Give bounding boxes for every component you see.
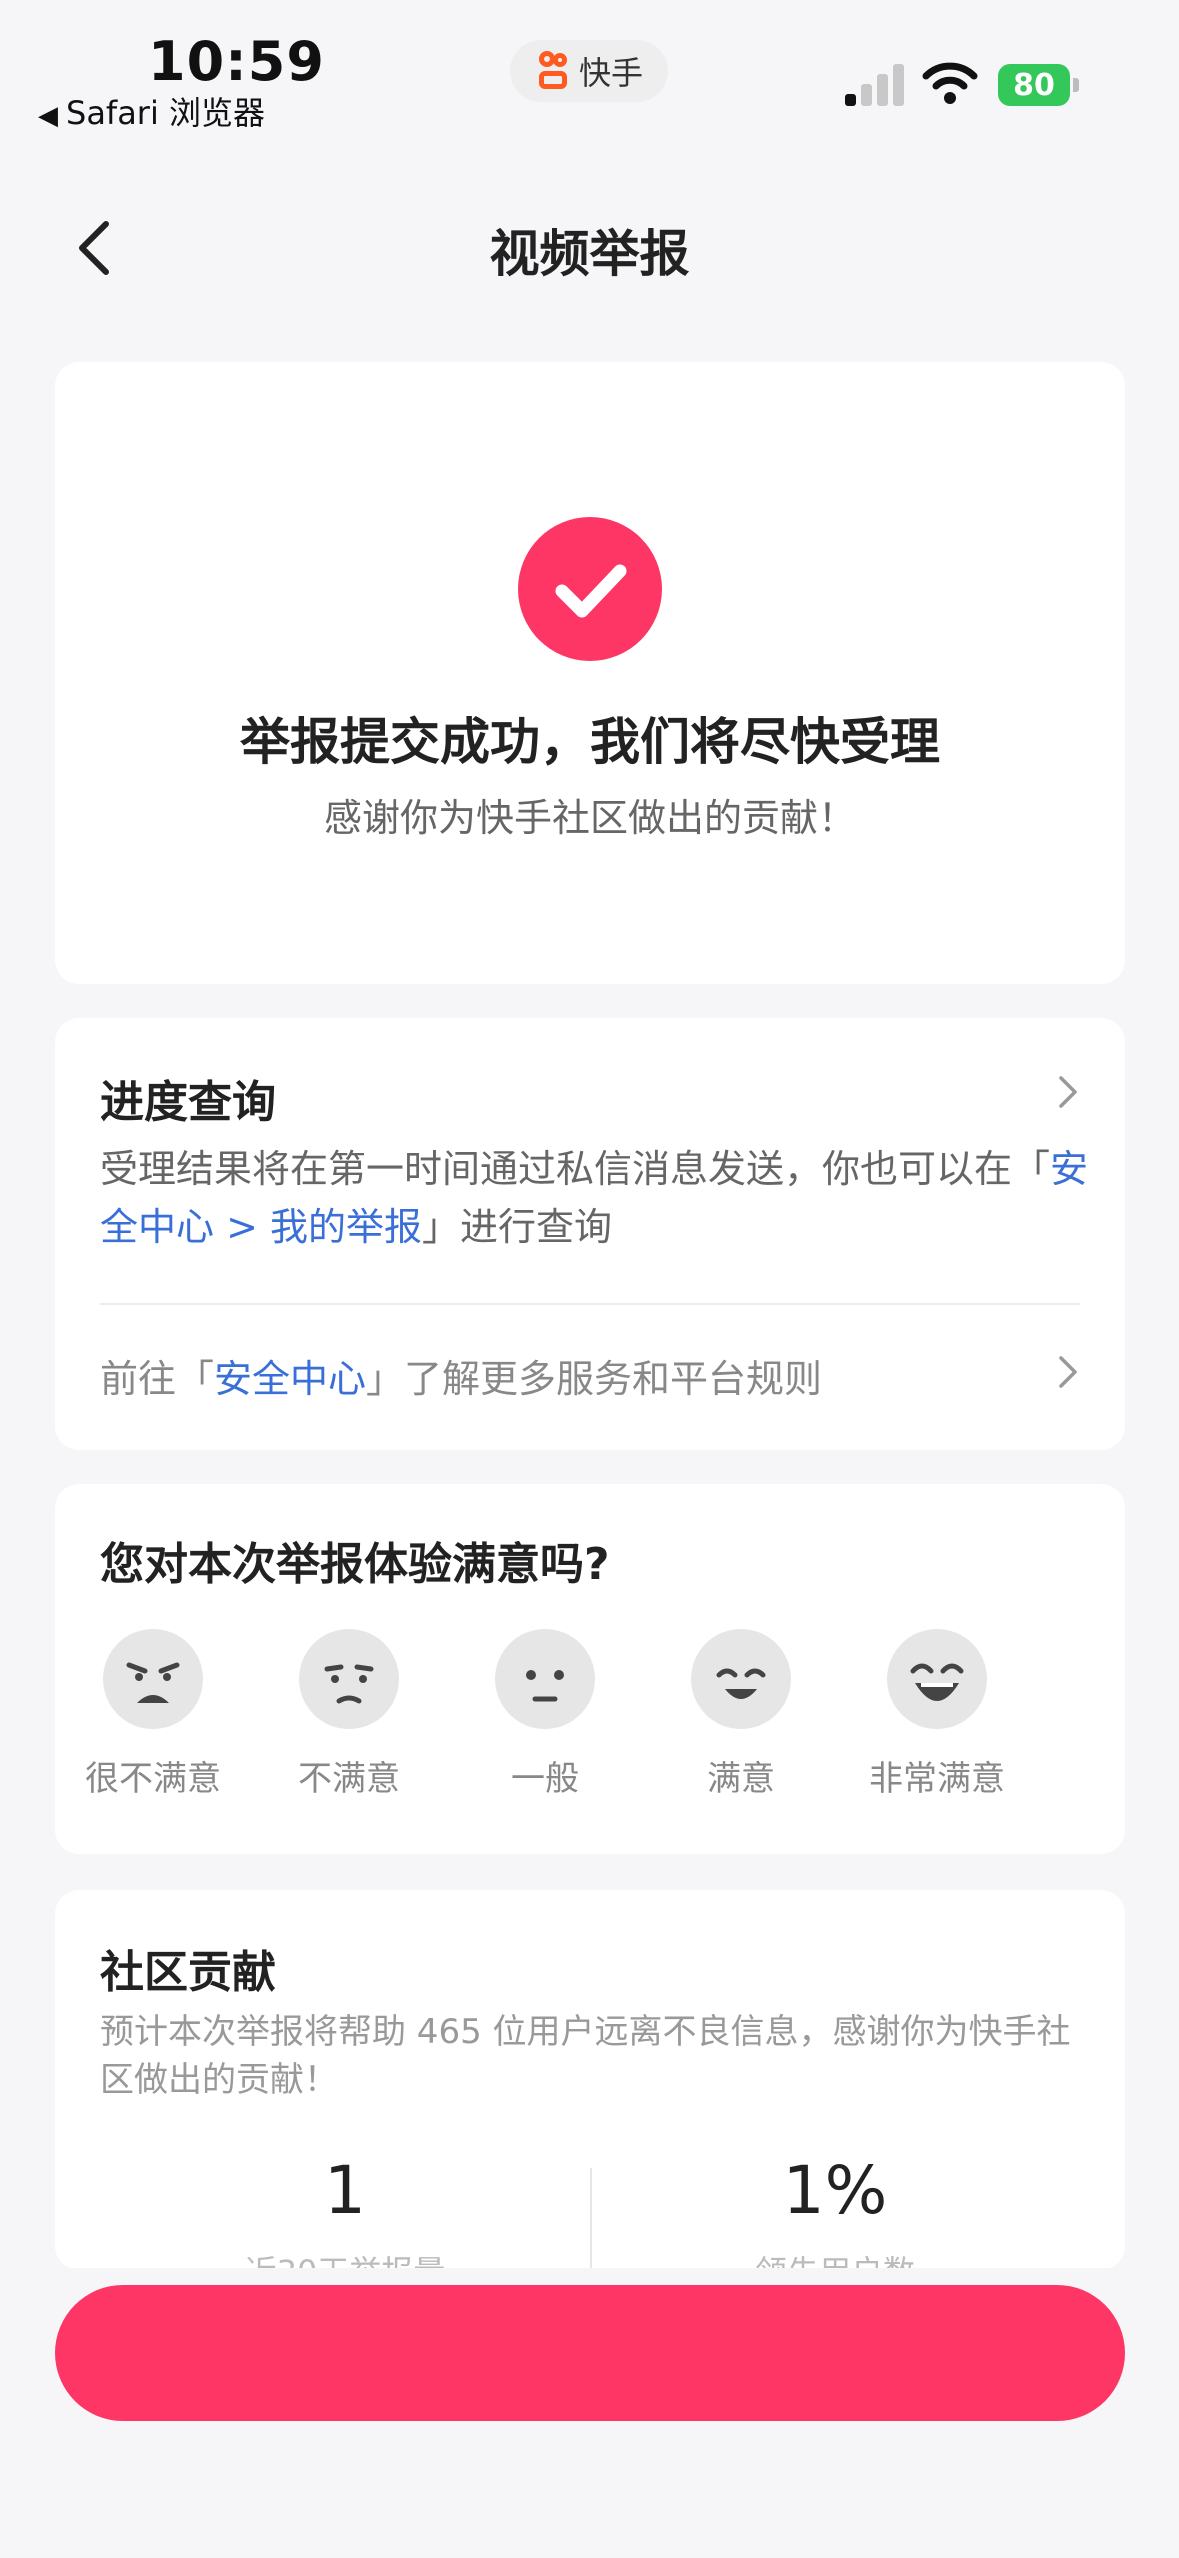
progress-desc-suffix: 」进行查询 — [422, 1205, 613, 1249]
option-neutral[interactable]: 一般 — [447, 1629, 643, 1829]
my-reports-link[interactable]: 我的举报 — [270, 1205, 422, 1249]
primary-action-button[interactable] — [55, 2285, 1125, 2421]
progress-chevron-right-icon[interactable] — [1055, 1074, 1081, 1110]
option-very-satisfied[interactable]: 非常满意 — [839, 1629, 1035, 1829]
goto-prefix: 前往「 — [100, 1357, 215, 1401]
goto-suffix: 」了解更多服务和平台规则 — [366, 1357, 823, 1401]
goto-security-center-link[interactable]: 安全中心 — [214, 1357, 366, 1401]
back-triangle-icon: ◀ — [38, 101, 58, 131]
stat-label: 领先用户数 — [590, 2247, 1080, 2270]
option-very-dissatisfied[interactable]: 很不满意 — [55, 1629, 251, 1829]
nav-header: 视频举报 — [0, 190, 1179, 300]
stat-label: 近30天举报量 — [100, 2247, 590, 2270]
stat-reports-30d: 1 近30天举报量 — [100, 2152, 590, 2270]
wifi-icon — [922, 62, 978, 104]
status-bar: 10:59 ◀ Safari 浏览器 快手 80 — [0, 0, 1179, 150]
divider — [100, 1303, 1080, 1305]
success-card: 举报提交成功，我们将尽快受理 感谢你为快手社区做出的贡献！ — [55, 362, 1125, 984]
progress-title: 进度查询 — [100, 1077, 276, 1128]
success-subtitle: 感谢你为快手社区做出的贡献！ — [323, 796, 856, 840]
neutral-face-icon — [495, 1629, 595, 1729]
app-indicator-pill: 快手 — [510, 40, 668, 102]
back-app-label: Safari 浏览器 — [66, 94, 266, 132]
contribution-description: 预计本次举报将帮助 465 位用户远离不良信息，感谢你为快手社区做出的贡献！ — [100, 2012, 1071, 2100]
option-label: 一般 — [511, 1759, 579, 1799]
page-title: 视频举报 — [489, 225, 690, 283]
satisfied-face-icon — [691, 1629, 791, 1729]
link-separator: > — [214, 1205, 271, 1249]
battery-level: 80 — [998, 64, 1070, 106]
very-satisfied-face-icon — [887, 1629, 987, 1729]
satisfaction-title: 您对本次举报体验满意吗? — [100, 1539, 610, 1590]
stat-value: 1% — [782, 2152, 888, 2229]
cellular-signal-icon — [845, 62, 905, 106]
option-label: 很不满意 — [85, 1759, 221, 1799]
app-name: 快手 — [578, 54, 643, 92]
option-satisfied[interactable]: 满意 — [643, 1629, 839, 1829]
back-to-app-link[interactable]: ◀ Safari 浏览器 — [38, 88, 265, 134]
dissatisfied-face-icon — [299, 1629, 399, 1729]
option-dissatisfied[interactable]: 不满意 — [251, 1629, 447, 1829]
progress-card: 进度查询 受理结果将在第一时间通过私信消息发送，你也可以在「安全中心 > 我的举… — [55, 1018, 1125, 1450]
success-title: 举报提交成功，我们将尽快受理 — [240, 713, 940, 771]
success-check-icon — [518, 517, 662, 661]
goto-security-center-row[interactable]: 前往「安全中心」了解更多服务和平台规则 — [100, 1348, 822, 1403]
progress-desc-prefix: 受理结果将在第一时间通过私信消息发送，你也可以在「 — [100, 1147, 1051, 1191]
satisfaction-options: 很不满意 不满意 一般 满意 非常满意 — [55, 1629, 1125, 1829]
stat-value: 1 — [324, 2152, 366, 2229]
contribution-card: 社区贡献 预计本次举报将帮助 465 位用户远离不良信息，感谢你为快手社区做出的… — [55, 1890, 1125, 2270]
satisfaction-card: 您对本次举报体验满意吗? 很不满意 不满意 一般 满意 非常满意 — [55, 1484, 1125, 1854]
contribution-title: 社区贡献 — [100, 1947, 276, 1998]
goto-chevron-right-icon[interactable] — [1055, 1354, 1081, 1390]
status-time: 10:59 — [148, 30, 325, 93]
very-dissatisfied-face-icon — [103, 1629, 203, 1729]
kuaishou-logo-icon — [535, 51, 571, 91]
option-label: 非常满意 — [869, 1759, 1005, 1799]
option-label: 不满意 — [298, 1759, 400, 1799]
progress-description: 受理结果将在第一时间通过私信消息发送，你也可以在「安全中心 > 我的举报」进行查… — [100, 1140, 1090, 1256]
stat-lead-users: 1% 领先用户数 — [590, 2152, 1080, 2270]
option-label: 满意 — [707, 1759, 775, 1799]
battery-icon: 80 — [998, 64, 1079, 106]
